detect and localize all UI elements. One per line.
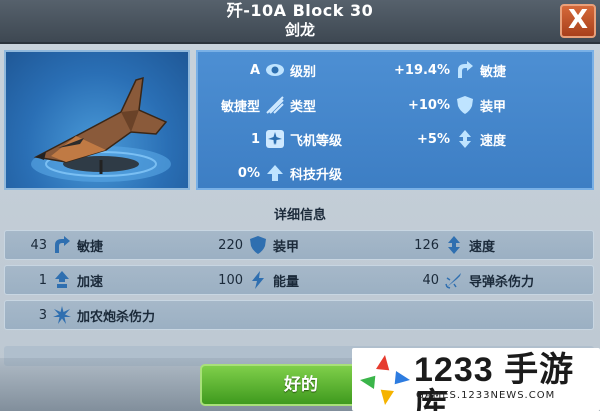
dialog-title-bar: 歼-10A Block 30 剑龙 X [0,0,600,44]
close-button[interactable]: X [560,4,596,38]
aircraft-info-dialog: 歼-10A Block 30 剑龙 X A 级别 敏捷型 类型 1 飞机等级 0… [0,0,600,411]
detail-acceleration: 1 加速 [5,266,103,294]
detail-agility: 43 敏捷 [5,231,103,259]
detail-row: 1 加速 100 能量 40 导弹杀伤力 [4,265,594,295]
brand-logo-icon [360,355,410,405]
shield-icon [247,234,269,256]
watermark: 1233 手游库 GAMES.1233NEWS.COM [352,348,600,411]
missile-icon [443,269,465,291]
stat-plane-level: 1 飞机等级 [198,126,398,152]
detail-energy: 100 能量 [201,266,299,294]
speed-arrow-icon [454,128,476,150]
summary-stats-panel: A 级别 敏捷型 类型 1 飞机等级 0% 科技升级 +19.4% 敏捷 +10… [196,50,594,190]
aircraft-nickname: 剑龙 [284,21,315,39]
aircraft-name: 歼-10A Block 30 [226,1,374,20]
bonus-armor: +10% 装甲 [388,92,588,118]
agility-arrow-icon [454,59,476,81]
bonus-speed: +5% 速度 [388,126,588,152]
shield-icon [454,94,476,116]
detail-row: 43 敏捷 220 装甲 126 速度 [4,230,594,260]
jet-fighter-image [31,76,171,182]
aircraft-preview [4,50,190,190]
detail-row: 3 加农炮杀伤力 [4,300,594,330]
details-section-label: 详细信息 [273,208,326,223]
watermark-url: GAMES.1233NEWS.COM [416,390,556,401]
wings-type-icon [264,94,286,116]
detail-armor: 220 装甲 [201,231,299,259]
stat-rank: A 级别 [198,57,398,83]
eye-rank-icon [264,59,286,81]
stat-type: 敏捷型 类型 [198,92,398,118]
plane-level-icon [264,128,286,150]
lightning-icon [247,269,269,291]
acceleration-icon [51,269,73,291]
upgrade-arrow-icon [264,162,286,184]
detail-cannon-damage: 3 加农炮杀伤力 [5,301,155,329]
agility-arrow-icon [51,234,73,256]
stat-tech-upgrade: 0% 科技升级 [198,160,398,186]
detail-speed: 126 速度 [397,231,495,259]
bonus-agility: +19.4% 敏捷 [388,57,588,83]
speed-arrow-icon [443,234,465,256]
cannon-burst-icon [51,304,73,326]
detail-missile-damage: 40 导弹杀伤力 [397,266,534,294]
watermark-brand: 1233 手游库 [414,351,575,411]
